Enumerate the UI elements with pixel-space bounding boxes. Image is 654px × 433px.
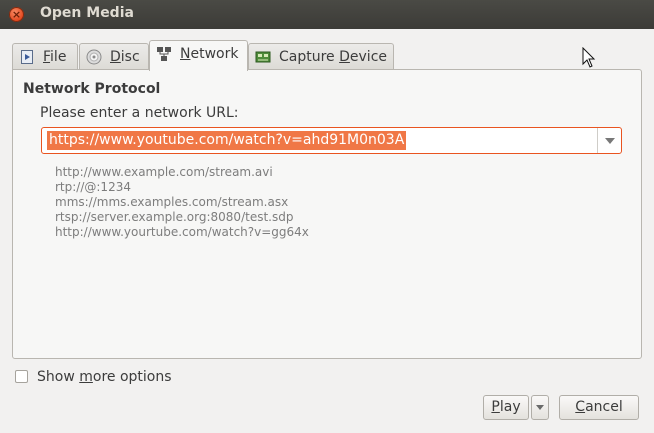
section-title: Network Protocol — [23, 81, 161, 97]
tab-capture-device[interactable]: Capture Device — [248, 43, 394, 70]
example-url: http://www.example.com/stream.avi — [55, 165, 273, 179]
mouse-pointer-icon — [582, 47, 596, 68]
window-title: Open Media — [40, 5, 134, 21]
title-bar: × Open Media — [0, 0, 654, 29]
example-url: rtsp://server.example.org:8080/test.sdp — [55, 210, 294, 224]
network-panel: Network Protocol Please enter a network … — [12, 69, 642, 359]
url-examples: http://www.example.com/stream.avi rtp://… — [55, 165, 309, 240]
capture-card-icon — [255, 51, 271, 63]
tab-network[interactable]: Network — [149, 40, 248, 71]
tab-disc[interactable]: Disc — [79, 43, 149, 70]
play-options-dropdown[interactable] — [531, 395, 549, 420]
tab-file[interactable]: File — [12, 43, 78, 70]
disc-icon — [86, 49, 102, 65]
url-prompt-label: Please enter a network URL: — [40, 105, 239, 121]
cancel-button[interactable]: Cancel — [559, 395, 639, 420]
tab-network-label: Network — [180, 46, 239, 62]
example-url: rtp://@:1234 — [55, 180, 131, 194]
network-icon — [157, 47, 171, 61]
chevron-down-icon — [605, 138, 615, 144]
url-history-dropdown[interactable] — [597, 128, 621, 153]
tab-file-label: File — [43, 49, 67, 65]
chevron-down-icon — [536, 405, 544, 410]
example-url: http://www.yourtube.com/watch?v=gg64x — [55, 225, 309, 239]
url-input[interactable]: https://www.youtube.com/watch?v=ahd91M0n… — [41, 127, 622, 154]
file-icon — [21, 50, 33, 64]
show-more-options-checkbox[interactable] — [15, 370, 28, 383]
example-url: mms://mms.examples.com/stream.asx — [55, 195, 289, 209]
close-icon[interactable]: × — [9, 7, 24, 22]
url-input-value: https://www.youtube.com/watch?v=ahd91M0n… — [47, 131, 407, 150]
tab-disc-label: Disc — [110, 49, 140, 65]
show-more-options-label[interactable]: Show more options — [37, 369, 172, 385]
tab-capture-device-label: Capture Device — [279, 49, 388, 65]
play-button[interactable]: Play — [483, 395, 529, 420]
